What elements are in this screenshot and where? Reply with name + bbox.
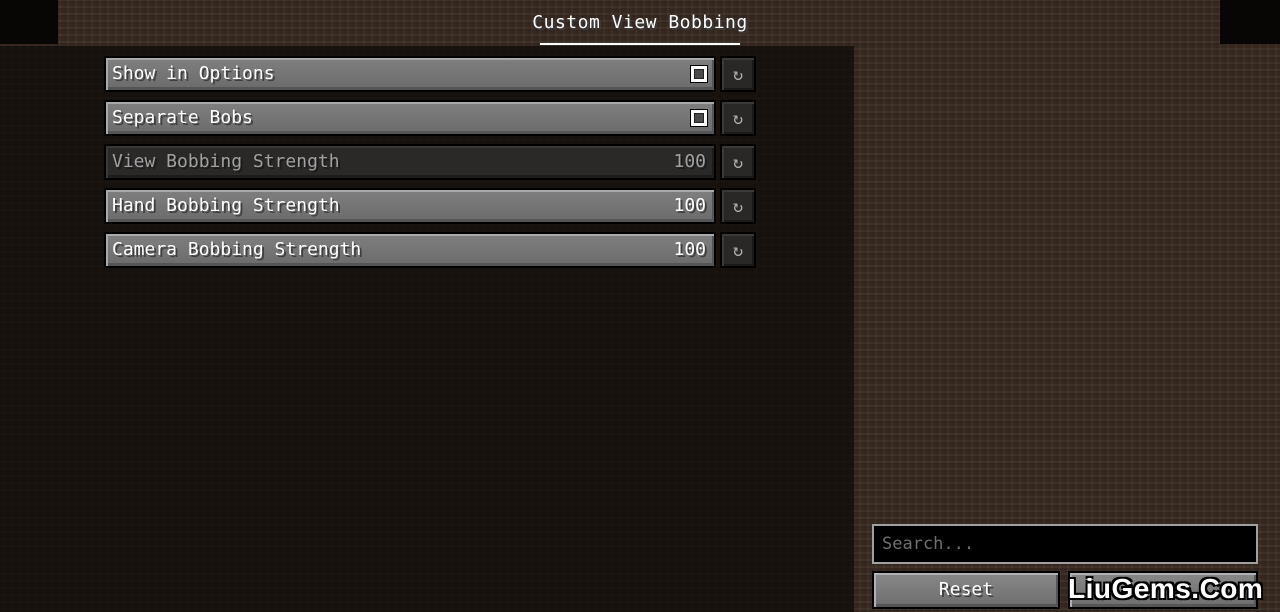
option-row-show-in-options: Show in Options ↻ <box>104 56 756 92</box>
checkbox-mark <box>694 113 704 123</box>
reset-arrow-icon: ↻ <box>732 153 744 173</box>
option-label: Hand Bobbing Strength <box>112 195 340 216</box>
hand-bobbing-strength-slider[interactable]: Hand Bobbing Strength 100 <box>104 188 716 224</box>
option-row-camera-bobbing-strength: Camera Bobbing Strength 100 ↻ <box>104 232 756 268</box>
camera-bobbing-strength-slider[interactable]: Camera Bobbing Strength 100 <box>104 232 716 268</box>
search-input[interactable] <box>872 524 1258 564</box>
screen-title-tab[interactable]: Custom View Bobbing <box>0 12 1280 33</box>
separate-bobs-toggle[interactable]: Separate Bobs <box>104 100 716 136</box>
view-bobbing-strength-slider[interactable]: View Bobbing Strength 100 <box>104 144 716 180</box>
reset-option-button[interactable]: ↻ <box>720 100 756 136</box>
option-row-view-bobbing-strength: View Bobbing Strength 100 ↻ <box>104 144 756 180</box>
config-screen: Custom View Bobbing Show in Options ↻ Se… <box>0 0 1280 612</box>
option-value: 100 <box>673 151 706 172</box>
option-value: 100 <box>673 239 706 260</box>
reset-arrow-icon: ↻ <box>732 241 744 261</box>
option-label: View Bobbing Strength <box>112 151 340 172</box>
option-label: Camera Bobbing Strength <box>112 239 362 260</box>
reset-option-button[interactable]: ↻ <box>720 232 756 268</box>
reset-option-button[interactable]: ↻ <box>720 144 756 180</box>
checkbox-checked-icon[interactable] <box>690 109 708 127</box>
checkbox-checked-icon[interactable] <box>690 65 708 83</box>
active-tab-underline <box>540 43 740 45</box>
checkbox-mark <box>694 69 704 79</box>
show-in-options-toggle[interactable]: Show in Options <box>104 56 716 92</box>
reset-all-button[interactable]: Reset <box>872 571 1060 609</box>
reset-arrow-icon: ↻ <box>732 65 744 85</box>
reset-arrow-icon: ↻ <box>732 109 744 129</box>
header: Custom View Bobbing <box>0 0 1280 46</box>
option-row-separate-bobs: Separate Bobs ↻ <box>104 100 756 136</box>
options-list-panel[interactable]: Show in Options ↻ Separate Bobs ↻ View B… <box>0 46 854 612</box>
reset-arrow-icon: ↻ <box>732 197 744 217</box>
option-label: Separate Bobs <box>112 107 253 128</box>
reset-option-button[interactable]: ↻ <box>720 56 756 92</box>
option-row-hand-bobbing-strength: Hand Bobbing Strength 100 ↻ <box>104 188 756 224</box>
option-value: 100 <box>673 195 706 216</box>
watermark-text: LiuGems.Com <box>1068 573 1264 604</box>
option-label: Show in Options <box>112 63 275 84</box>
reset-option-button[interactable]: ↻ <box>720 188 756 224</box>
